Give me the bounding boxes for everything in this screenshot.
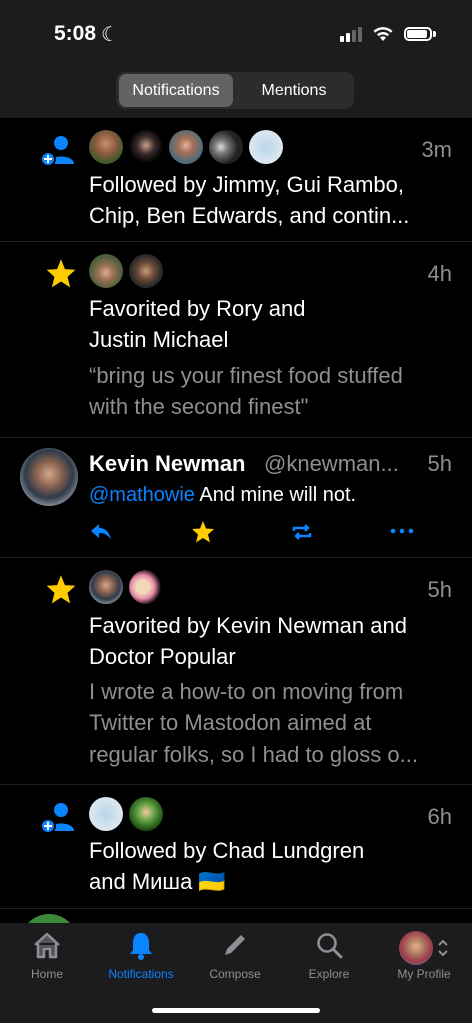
timestamp: 5h bbox=[427, 451, 452, 476]
notification-feed[interactable]: 3m Followed by Jimmy, Gui Rambo, Chip, B… bbox=[0, 118, 472, 923]
notification-text: Followed by Chad Lundgren bbox=[89, 838, 365, 863]
status-excerpt: I wrote a how-to on moving from bbox=[89, 679, 404, 704]
profile-avatar bbox=[399, 931, 433, 965]
battery-icon bbox=[404, 27, 432, 41]
notification-text: Chip, Ben Edwards, and contin... bbox=[89, 203, 410, 228]
avatar-row bbox=[89, 570, 163, 604]
avatar[interactable] bbox=[129, 130, 163, 164]
status-text: And mine will not. bbox=[194, 484, 357, 506]
avatar[interactable] bbox=[129, 797, 163, 831]
notification-text: and Миша 🇺🇦 bbox=[89, 869, 226, 894]
avatar[interactable] bbox=[129, 254, 163, 288]
status-excerpt: Twitter to Mastodon aimed at bbox=[89, 710, 372, 735]
chevron-updown-icon bbox=[438, 939, 448, 957]
avatar-row bbox=[89, 797, 163, 831]
status-excerpt: with the second finest" bbox=[89, 394, 309, 419]
timestamp: 6h bbox=[427, 804, 452, 829]
avatar[interactable] bbox=[20, 914, 78, 923]
avatar[interactable] bbox=[89, 130, 123, 164]
timestamp: 3m bbox=[421, 137, 452, 162]
boost-icon[interactable] bbox=[290, 522, 314, 542]
status-excerpt: regular folks, so I had to gloss o... bbox=[89, 742, 418, 767]
person-add-icon bbox=[40, 136, 74, 167]
reply-icon[interactable] bbox=[89, 522, 113, 542]
star-icon bbox=[46, 575, 76, 604]
notification-item[interactable]: 4h Favorited by Rory and Justin Michael … bbox=[0, 242, 472, 438]
avatar[interactable] bbox=[169, 130, 203, 164]
status-time: 5:08 bbox=[54, 22, 97, 45]
notification-text: Favorited by Rory and bbox=[89, 296, 306, 321]
status-body: @mathowie And mine will not. bbox=[89, 484, 356, 507]
tab-label: Compose bbox=[209, 967, 261, 981]
notification-text: Doctor Popular bbox=[89, 644, 236, 669]
avatar[interactable] bbox=[89, 570, 123, 604]
battery-cap bbox=[433, 31, 436, 37]
signal-icon bbox=[340, 26, 362, 42]
notification-text: Followed by Jimmy, Gui Rambo, bbox=[89, 172, 405, 197]
avatar-row bbox=[89, 254, 163, 288]
search-icon bbox=[317, 933, 343, 959]
avatar-row bbox=[89, 130, 283, 164]
avatar[interactable] bbox=[20, 448, 78, 506]
person-add-icon bbox=[40, 803, 74, 834]
tab-label: My Profile bbox=[397, 967, 451, 981]
status-bar: 5:08 ☾ bbox=[0, 0, 472, 70]
more-icon[interactable] bbox=[390, 528, 414, 534]
mention-link[interactable]: @mathowie bbox=[89, 484, 195, 506]
timestamp: 5h bbox=[427, 577, 452, 602]
bell-icon bbox=[130, 933, 152, 960]
moon-icon: ☾ bbox=[101, 24, 119, 46]
pencil-icon bbox=[225, 935, 245, 955]
notification-item[interactable]: 6h Followed by Chad Lundgren and Миша 🇺🇦 bbox=[0, 785, 472, 909]
notification-item[interactable]: 3m Followed by Jimmy, Gui Rambo, Chip, B… bbox=[0, 118, 472, 242]
avatar[interactable] bbox=[129, 570, 163, 604]
home-icon bbox=[34, 932, 60, 959]
author-name[interactable]: Kevin Newman bbox=[89, 451, 246, 477]
home-indicator bbox=[152, 1008, 320, 1013]
tab-label: Home bbox=[30, 967, 63, 981]
tab-mentions-segment[interactable]: Mentions bbox=[236, 74, 352, 107]
tab-label: Explore bbox=[308, 967, 350, 981]
mention-item[interactable]: Kevin Newman @knewman... 5h @mathowie An… bbox=[0, 438, 472, 558]
tab-notifications-segment[interactable]: Notifications bbox=[119, 74, 233, 107]
timestamp: 4h bbox=[427, 261, 452, 286]
avatar[interactable] bbox=[89, 254, 123, 288]
notification-item[interactable]: 5h Favorited by Kevin Newman and Doctor … bbox=[0, 558, 472, 785]
author-handle: @knewman... bbox=[264, 451, 399, 476]
star-icon bbox=[46, 259, 76, 288]
tab-label: Notifications bbox=[108, 967, 174, 981]
notification-text: Favorited by Kevin Newman and bbox=[89, 613, 407, 638]
avatar[interactable] bbox=[209, 130, 243, 164]
segmented-control: Notifications Mentions bbox=[116, 72, 354, 109]
status-excerpt: “bring us your finest food stuffed bbox=[89, 363, 403, 388]
status-icons bbox=[340, 26, 436, 42]
wifi-icon bbox=[373, 27, 393, 41]
favorite-icon[interactable] bbox=[191, 520, 215, 543]
notification-text: Justin Michael bbox=[89, 327, 229, 352]
avatar[interactable] bbox=[89, 797, 123, 831]
avatar[interactable] bbox=[249, 130, 283, 164]
